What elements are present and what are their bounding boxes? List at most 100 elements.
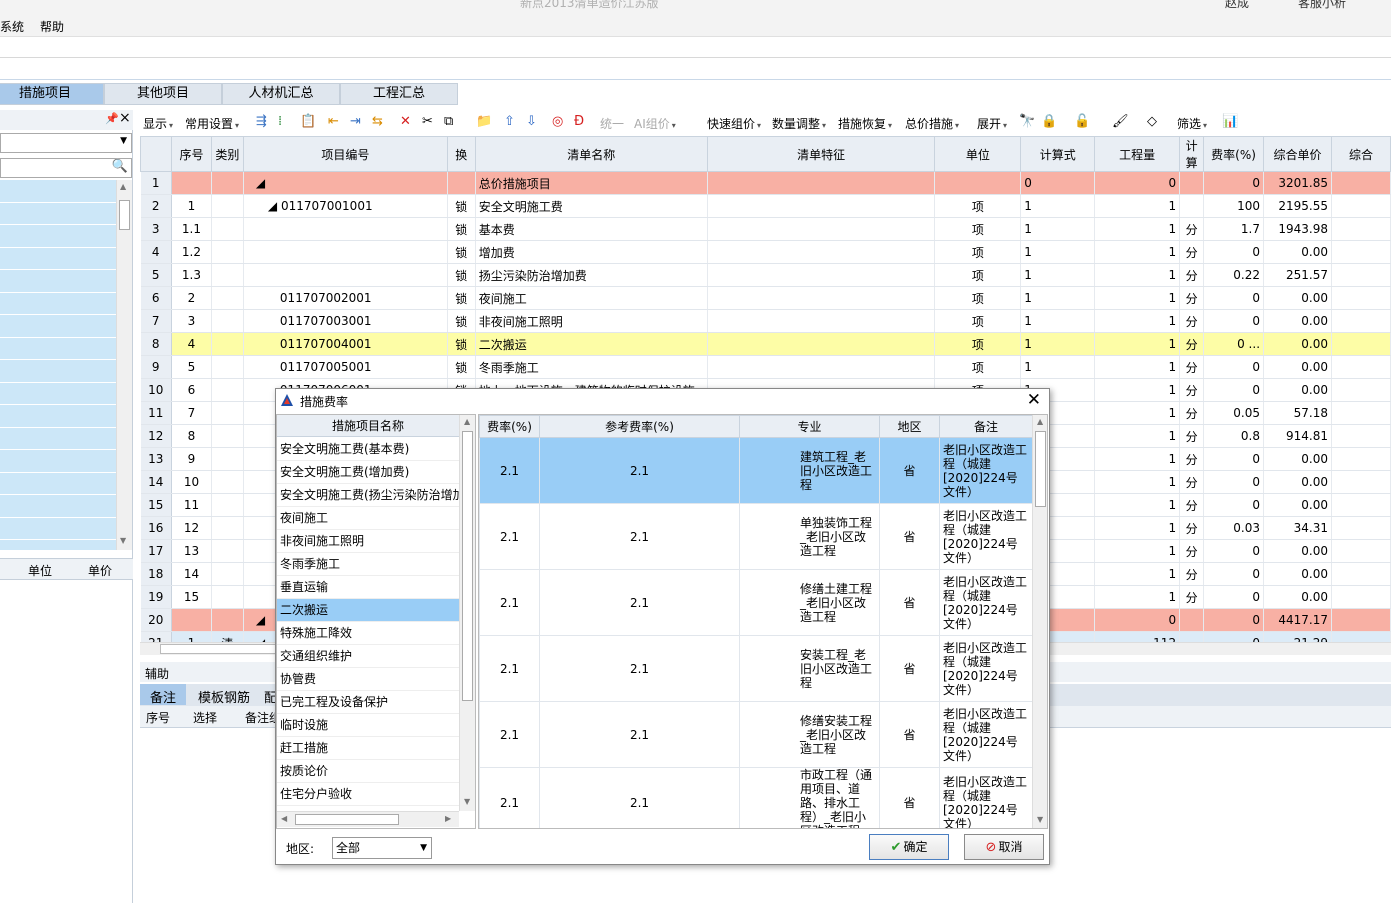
measure-list-item[interactable]: 交通组织维护 [277,645,459,668]
rate-row[interactable]: 2.1 2.1 修缮土建工程_老旧小区改造工程省老旧小区改造工程（城建[2020]2… [479,569,1033,636]
cell-extra[interactable] [1331,171,1391,195]
cell-swap[interactable]: 锁 [447,217,476,241]
cell-extra[interactable] [1331,355,1391,379]
rate-cell-note[interactable]: 老旧小区改造工程（城建[2020]224号文件） [939,569,1033,636]
cell-extra[interactable] [1331,562,1391,586]
measure-list-hscrollbar[interactable]: ◀ ▶ [277,811,459,827]
close-icon[interactable]: ✕ [1027,390,1041,410]
cell-rate[interactable]: 0 ... [1203,332,1265,356]
rate-col-header[interactable]: 费率(%) [479,415,540,438]
cell-calc[interactable]: 1 [1020,194,1096,218]
cell-rn[interactable]: 15 [140,493,172,517]
cell-cat[interactable] [211,171,244,195]
cell-rn[interactable]: 13 [140,447,172,471]
cell-extra[interactable] [1331,378,1391,402]
table-row[interactable]: 6 2 011707002001 锁夜间施工项 1 1 分 0 0.00 [140,286,1391,310]
cell-calc2[interactable]: 分 [1179,240,1205,264]
search-input[interactable]: 🔍 [0,158,132,178]
search-icon[interactable]: 🔍 [112,159,128,174]
rate-cell-region[interactable]: 省 [879,635,940,702]
fill-color-icon[interactable]: 🖌 [1112,114,1129,129]
user-name[interactable]: 赵成 [1225,0,1249,11]
cell-calc2[interactable]: 分 [1179,493,1205,517]
cell-rn[interactable]: 17 [140,539,172,563]
cell-extra[interactable] [1331,608,1391,632]
cell-extra[interactable] [1331,493,1391,517]
cell-rate[interactable]: 1.7 [1203,217,1265,241]
cell-swap[interactable]: 锁 [447,263,476,287]
cell-unit[interactable]: 项 [934,240,1022,264]
cell-cat[interactable] [211,263,244,287]
cell-price[interactable]: 1943.98 [1263,217,1332,241]
cell-code[interactable]: 011707003001 [243,309,448,333]
cell-qty[interactable]: 1 [1094,378,1181,402]
cell-qty[interactable]: 1 [1094,516,1181,540]
cell-rn[interactable]: 8 [140,332,172,356]
rate-row[interactable]: 2.1 2.1 修缮安装工程_老旧小区改造工程省老旧小区改造工程（城建[2020]2… [479,701,1033,768]
rate-col-header[interactable]: 备注 [939,415,1033,438]
restore-measures-button[interactable]: 措施恢复 ▾ [838,115,892,132]
cell-rn[interactable]: 7 [140,309,172,333]
cell-rn[interactable]: 18 [140,562,172,586]
table-row[interactable]: 9 5 011707005001 锁冬雨季施工项 1 1 分 0 0.00 [140,355,1391,379]
scroll-up-icon[interactable]: ▲ [464,417,470,426]
cell-calc2[interactable]: 分 [1179,263,1205,287]
cancel-button[interactable]: ⊘ 取消 [964,834,1044,860]
cell-calc2[interactable]: 分 [1179,355,1205,379]
rate-cell-rate[interactable]: 2.1 [479,635,540,702]
cell-qty[interactable]: 1 [1094,424,1181,448]
cell-qty[interactable]: 1 [1094,263,1181,287]
cell-rn[interactable]: 14 [140,470,172,494]
cell-rate[interactable]: 100 [1203,194,1265,218]
cell-name[interactable]: 总价措施项目 [475,171,708,195]
cell-qty[interactable]: 0 [1094,608,1181,632]
cell-name[interactable]: 二次搬运 [475,332,708,356]
cell-extra[interactable] [1331,424,1391,448]
cell-code[interactable]: 011707002001 [243,286,448,310]
cell-cat[interactable] [211,401,244,425]
cell-calc[interactable]: 1 [1020,263,1096,287]
cell-extra[interactable] [1331,539,1391,563]
cell-feat[interactable] [707,286,936,310]
rate-cell-rate[interactable]: 2.1 [479,767,540,828]
indent-icon[interactable]: ⇆ [372,114,383,129]
cell-calc2[interactable]: 分 [1179,309,1205,333]
cell-seq[interactable] [171,608,212,632]
cell-seq[interactable]: 11 [171,493,212,517]
cell-seq[interactable]: 5 [171,355,212,379]
cell-cat[interactable] [211,447,244,471]
tab-project-summary[interactable]: 工程汇总 [340,83,458,105]
split-icon[interactable]: ⁞ [278,114,282,129]
cell-calc2[interactable] [1179,608,1205,632]
rate-cell-ref[interactable]: 2.1 [539,503,740,570]
cell-feat[interactable] [707,263,936,287]
rate-cell-note[interactable]: 老旧小区改造工程（城建[2020]224号文件） [939,701,1033,768]
measure-list-item[interactable]: 临时设施 [277,714,459,737]
rate-cell-region[interactable]: 省 [879,569,940,636]
scroll-down-icon[interactable]: ▼ [464,797,470,806]
cell-price[interactable]: 3201.85 [1263,171,1332,195]
scroll-left-icon[interactable]: ◀ [281,814,287,823]
cell-rn[interactable]: 10 [140,378,172,402]
unlock-rate-icon[interactable]: Ð [574,114,584,129]
copy-icon[interactable]: ⧉ [444,114,453,129]
cell-rate[interactable]: 0 [1203,493,1265,517]
cell-rn[interactable]: 5 [140,263,172,287]
grid-col-header[interactable]: 工程量 [1094,136,1181,172]
quick-pricing-button[interactable]: 快速组价 ▾ [707,115,761,132]
tab-template-rebar[interactable]: 模板钢筋 [188,684,260,706]
tab-material-summary[interactable]: 人材机汇总 [222,83,340,105]
cell-qty[interactable]: 1 [1094,562,1181,586]
rate-cell-rate[interactable]: 2.1 [479,701,540,768]
cell-seq[interactable] [171,171,212,195]
cell-price[interactable]: 21.29 [1263,631,1332,642]
cell-unit[interactable] [934,171,1022,195]
measure-list-item[interactable]: 安全文明施工费(扬尘污染防治增加 [277,484,459,507]
cell-qty[interactable]: 1 [1094,194,1181,218]
unify-button[interactable]: 统一 [600,115,624,132]
menu-help[interactable]: 帮助 [40,18,64,35]
rate-cell-ref[interactable]: 2.1 [539,767,740,828]
cell-swap[interactable]: 锁 [447,355,476,379]
rate-cell-major[interactable]: 修缮安装工程_老旧小区改造工程 [739,701,880,768]
binoculars-icon[interactable]: 🔭 [1019,114,1035,129]
